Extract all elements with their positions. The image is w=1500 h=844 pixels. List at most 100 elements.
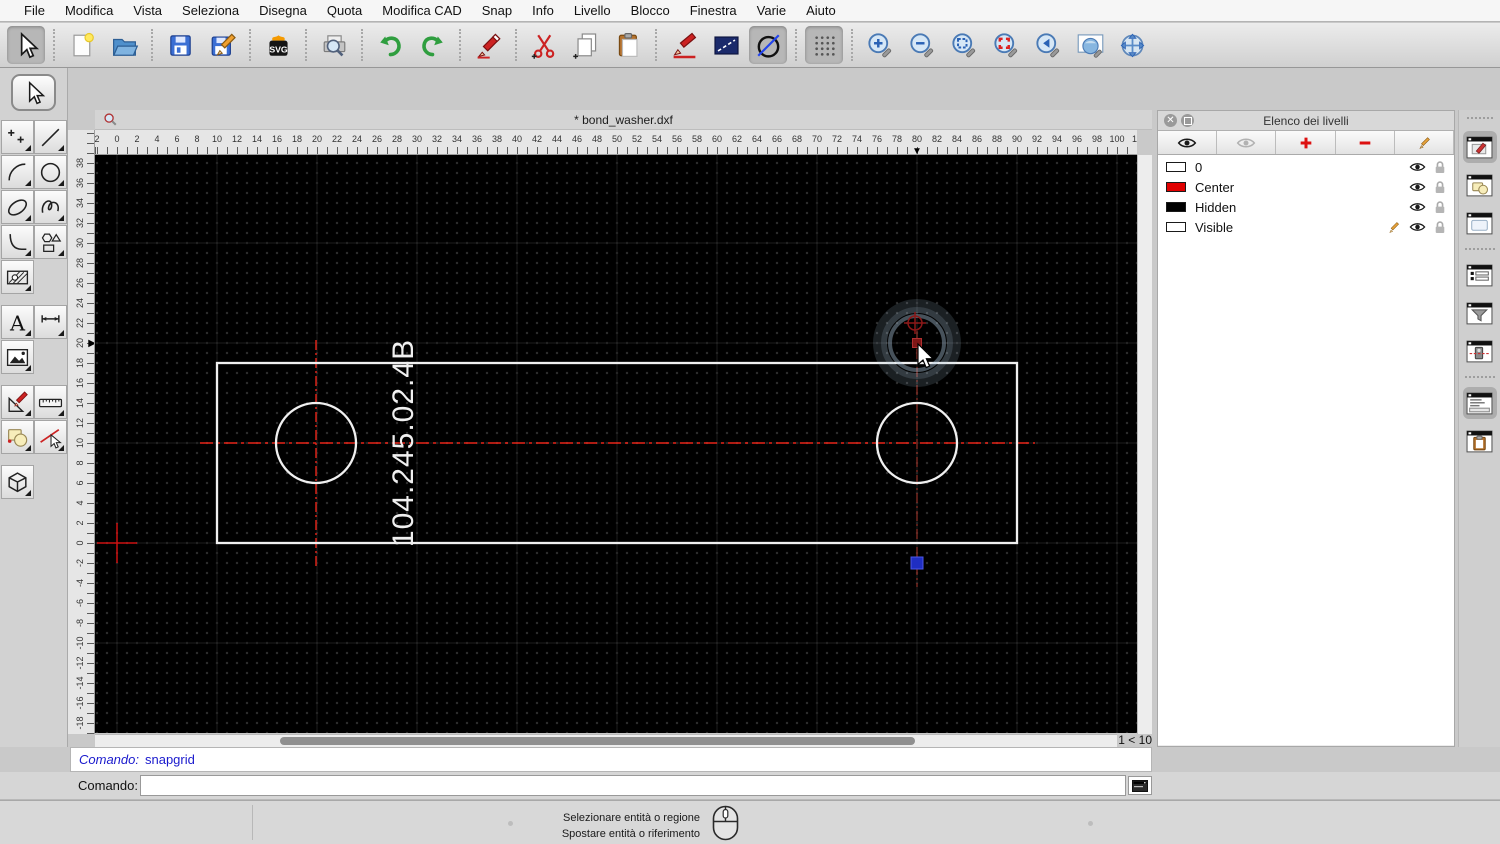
- select-arrow-tool-button[interactable]: [11, 74, 56, 111]
- menu-aiuto[interactable]: Aiuto: [796, 3, 846, 18]
- layer-lock-icon[interactable]: [1434, 220, 1446, 234]
- paste-button[interactable]: [609, 26, 647, 64]
- selection-filter-panel-toggle-button[interactable]: [1463, 297, 1497, 329]
- layer-visibility-icon[interactable]: [1409, 201, 1426, 213]
- add-layer-button[interactable]: [1276, 131, 1336, 154]
- hruler-label: 22: [331, 134, 343, 144]
- show-all-layers-button[interactable]: [1158, 131, 1218, 154]
- export-svg-button[interactable]: SVG: [259, 26, 297, 64]
- delete-entities-button[interactable]: [469, 26, 507, 64]
- library-browser-panel-toggle-button[interactable]: [1463, 207, 1497, 239]
- polygon-tool-button[interactable]: [34, 225, 67, 259]
- command-history: Comando: snapgrid: [70, 747, 1152, 772]
- zoom-auto-button[interactable]: [945, 26, 983, 64]
- hruler-label: 4: [154, 134, 160, 144]
- block-list-panel-toggle-button[interactable]: [1463, 169, 1497, 201]
- redo-button[interactable]: [413, 26, 451, 64]
- text-tool-button[interactable]: A: [1, 305, 34, 339]
- command-input[interactable]: [140, 775, 1126, 796]
- layer-row-center[interactable]: Center: [1158, 177, 1454, 197]
- drawing-canvas[interactable]: 104.245.02.4B: [95, 155, 1137, 733]
- entity-list-panel-toggle-button[interactable]: [1463, 259, 1497, 291]
- measure-tool-button[interactable]: [34, 385, 67, 419]
- hruler-label: 12: [231, 134, 243, 144]
- layer-color-swatch: [1166, 162, 1186, 172]
- line-attributes-button[interactable]: [707, 26, 745, 64]
- menu-blocco[interactable]: Blocco: [621, 3, 680, 18]
- main-toolbar: SVG: [0, 23, 1500, 68]
- line-tool-button[interactable]: [34, 120, 67, 154]
- layer-row-0[interactable]: 0: [1158, 157, 1454, 177]
- layer-visibility-icon[interactable]: [1409, 181, 1426, 193]
- menu-vista[interactable]: Vista: [123, 3, 172, 18]
- undo-button[interactable]: [371, 26, 409, 64]
- layer-list-panel-toggle-button[interactable]: [1462, 131, 1497, 163]
- cut-button[interactable]: [525, 26, 563, 64]
- horizontal-scrollbar-thumb[interactable]: [280, 737, 915, 745]
- save-button[interactable]: [161, 26, 199, 64]
- print-preview-button[interactable]: [315, 26, 353, 64]
- pen-attributes-button[interactable]: [665, 26, 703, 64]
- edit-layer-button[interactable]: [1394, 131, 1455, 154]
- zoom-select-button[interactable]: [987, 26, 1025, 64]
- layer-row-hidden[interactable]: Hidden: [1158, 197, 1454, 217]
- menu-file[interactable]: File: [14, 3, 55, 18]
- vertical-scrollbar[interactable]: [1137, 155, 1152, 734]
- new-file-button[interactable]: [63, 26, 101, 64]
- menu-seleziona[interactable]: Seleziona: [172, 3, 249, 18]
- menu-modifica[interactable]: Modifica: [55, 3, 123, 18]
- hide-all-layers-button[interactable]: [1217, 131, 1277, 154]
- modify-tool-button[interactable]: [1, 385, 34, 419]
- menu-varie[interactable]: Varie: [747, 3, 796, 18]
- zoom-previous-button[interactable]: [1029, 26, 1067, 64]
- zoom-out-button[interactable]: [903, 26, 941, 64]
- layer-lock-icon[interactable]: [1434, 160, 1446, 174]
- zoom-window-button[interactable]: [1071, 26, 1109, 64]
- snap-grid-button[interactable]: [805, 26, 843, 64]
- statusbar-separator: [252, 805, 253, 840]
- horizontal-scrollbar[interactable]: [95, 734, 1117, 747]
- ellipse-tool-button[interactable]: [1, 190, 34, 224]
- layer-visibility-icon[interactable]: [1409, 161, 1426, 173]
- hruler-label: 52: [631, 134, 643, 144]
- menu-info[interactable]: Info: [522, 3, 564, 18]
- zoom-in-button[interactable]: [861, 26, 899, 64]
- modify-tools-panel-toggle-button[interactable]: [1463, 335, 1497, 367]
- hatch-tool-button[interactable]: [1, 260, 34, 294]
- points-tool-button[interactable]: [1, 120, 34, 154]
- solid3d-tool-button[interactable]: [1, 465, 34, 499]
- select-tool-button[interactable]: [7, 26, 45, 64]
- menu-finestra[interactable]: Finestra: [680, 3, 747, 18]
- command-line-panel-toggle-button[interactable]: [1462, 387, 1497, 419]
- layer-lock-icon[interactable]: [1434, 180, 1446, 194]
- menu-snap[interactable]: Snap: [472, 3, 522, 18]
- menu-modifica-cad[interactable]: Modifica CAD: [372, 3, 471, 18]
- dock-drag-handle[interactable]: [1466, 117, 1493, 123]
- dimension-tool-button[interactable]: [34, 305, 67, 339]
- remove-layer-button[interactable]: [1335, 131, 1395, 154]
- polyline-tool-button[interactable]: [1, 225, 34, 259]
- menu-quota[interactable]: Quota: [317, 3, 372, 18]
- layer-visibility-icon[interactable]: [1409, 221, 1426, 233]
- image-tool-button[interactable]: [1, 340, 34, 374]
- open-file-button[interactable]: [105, 26, 143, 64]
- menu-disegna[interactable]: Disegna: [249, 3, 317, 18]
- circle-tool-button[interactable]: [34, 155, 67, 189]
- command-widget-toggle-button[interactable]: [1128, 776, 1152, 795]
- spline-tool-button[interactable]: [34, 190, 67, 224]
- clipboard-panel-toggle-button[interactable]: [1463, 425, 1497, 457]
- endpoint-handle: [910, 556, 924, 570]
- layer-name: Visible: [1195, 219, 1234, 235]
- circle-attributes-button[interactable]: [749, 26, 787, 64]
- deselect-tool-button[interactable]: [34, 420, 67, 454]
- zoom-pan-button[interactable]: [1113, 26, 1151, 64]
- layer-lock-icon[interactable]: [1434, 200, 1446, 214]
- drawing-svg: 104.245.02.4B: [95, 155, 1137, 733]
- save-as-button[interactable]: [203, 26, 241, 64]
- layer-row-visible[interactable]: Visible: [1158, 217, 1454, 237]
- copy-button[interactable]: [567, 26, 605, 64]
- arc-tool-button[interactable]: [1, 155, 34, 189]
- vruler-cursor-marker: ▶: [88, 338, 94, 349]
- menu-livello[interactable]: Livello: [564, 3, 621, 18]
- block-tool-button[interactable]: [1, 420, 34, 454]
